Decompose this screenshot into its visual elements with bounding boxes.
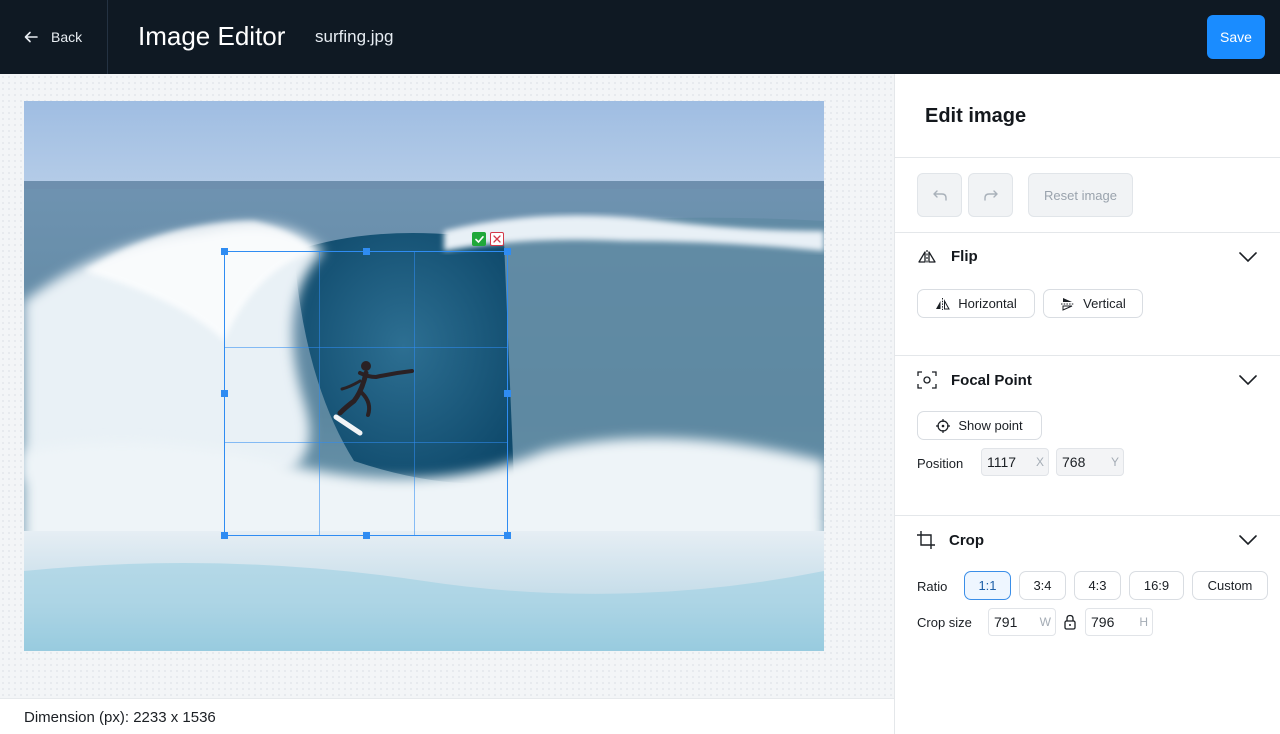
crop-handle-bottom-left[interactable] bbox=[221, 532, 228, 539]
back-label: Back bbox=[51, 29, 83, 45]
file-name: surfing.jpg bbox=[315, 27, 394, 46]
close-icon bbox=[493, 235, 501, 243]
crop-handle-top[interactable] bbox=[363, 248, 370, 255]
crop-grid-line bbox=[414, 252, 415, 535]
crop-handle-bottom[interactable] bbox=[363, 532, 370, 539]
position-label: Position bbox=[917, 456, 964, 471]
cancel-crop-button[interactable] bbox=[490, 232, 504, 246]
crop-height-field[interactable]: H bbox=[1085, 608, 1153, 636]
ratio-1-1-button[interactable]: 1:1 bbox=[964, 571, 1011, 600]
focal-point-section-header[interactable]: Focal Point bbox=[917, 371, 1032, 389]
crop-size-label: Crop size bbox=[917, 615, 972, 630]
lock-icon[interactable] bbox=[1063, 614, 1077, 630]
focal-x-field[interactable]: X bbox=[981, 448, 1049, 476]
reset-image-button[interactable]: Reset image bbox=[1028, 173, 1133, 217]
show-point-label: Show point bbox=[958, 418, 1023, 433]
crosshair-icon bbox=[936, 418, 951, 433]
crop-handle-top-right[interactable] bbox=[504, 248, 511, 255]
flip-title: Flip bbox=[951, 248, 978, 265]
crop-icon bbox=[917, 531, 935, 549]
top-bar: Back Image Editor surfing.jpg Save bbox=[0, 0, 1280, 74]
redo-icon bbox=[983, 190, 998, 201]
divider bbox=[895, 157, 1280, 158]
crop-selection[interactable] bbox=[221, 248, 511, 539]
ratio-4-3-button[interactable]: 4:3 bbox=[1074, 571, 1121, 600]
ratio-label: Ratio bbox=[917, 579, 948, 594]
flip-icon bbox=[918, 249, 936, 264]
flip-vertical-label: Vertical bbox=[1083, 296, 1126, 311]
x-suffix: X bbox=[1035, 455, 1044, 469]
y-suffix: Y bbox=[1110, 455, 1119, 469]
crop-grid-line bbox=[225, 347, 507, 348]
image-preview bbox=[24, 101, 824, 651]
crop-handle-right[interactable] bbox=[504, 390, 511, 397]
divider bbox=[895, 355, 1280, 356]
back-button[interactable]: Back bbox=[0, 0, 108, 74]
crop-grid-line bbox=[319, 252, 320, 535]
flip-vertical-icon bbox=[1061, 297, 1075, 311]
flip-section-header[interactable]: Flip bbox=[917, 248, 978, 265]
save-button[interactable]: Save bbox=[1207, 15, 1265, 59]
divider bbox=[895, 515, 1280, 516]
chevron-down-icon[interactable] bbox=[1238, 534, 1258, 546]
height-suffix: H bbox=[1139, 615, 1148, 629]
app-title: Image Editor bbox=[138, 21, 286, 51]
chevron-down-icon[interactable] bbox=[1238, 374, 1258, 386]
crop-section-header[interactable]: Crop bbox=[917, 531, 984, 549]
crop-handle-left[interactable] bbox=[221, 390, 228, 397]
focal-point-icon bbox=[917, 371, 937, 389]
crop-handle-bottom-right[interactable] bbox=[504, 532, 511, 539]
ratio-3-4-button[interactable]: 3:4 bbox=[1019, 571, 1066, 600]
image-dimensions: Dimension (px): 2233 x 1536 bbox=[24, 709, 216, 726]
confirm-crop-button[interactable] bbox=[472, 232, 486, 246]
chevron-down-icon[interactable] bbox=[1238, 251, 1258, 263]
ratio-16-9-button[interactable]: 16:9 bbox=[1129, 571, 1184, 600]
flip-horizontal-icon bbox=[936, 297, 951, 310]
undo-icon bbox=[932, 190, 947, 201]
focal-y-field[interactable]: Y bbox=[1056, 448, 1124, 476]
flip-horizontal-label: Horizontal bbox=[958, 296, 1017, 311]
flip-vertical-button[interactable]: Vertical bbox=[1043, 289, 1143, 318]
arrow-left-icon bbox=[24, 31, 38, 43]
ratio-custom-button[interactable]: Custom bbox=[1192, 571, 1268, 600]
divider bbox=[895, 232, 1280, 233]
canvas-area bbox=[0, 74, 894, 698]
show-point-button[interactable]: Show point bbox=[917, 411, 1042, 440]
crop-title: Crop bbox=[949, 531, 984, 549]
focal-point-title: Focal Point bbox=[951, 371, 1032, 389]
check-icon bbox=[474, 235, 484, 243]
edit-panel: Edit image Reset image Flip Horizontal V… bbox=[894, 74, 1280, 734]
crop-width-field[interactable]: W bbox=[988, 608, 1056, 636]
panel-title: Edit image bbox=[925, 105, 1027, 127]
width-suffix: W bbox=[1039, 615, 1051, 629]
crop-handle-top-left[interactable] bbox=[221, 248, 228, 255]
undo-button[interactable] bbox=[917, 173, 962, 217]
redo-button[interactable] bbox=[968, 173, 1013, 217]
status-bar: Dimension (px): 2233 x 1536 bbox=[0, 698, 894, 734]
flip-horizontal-button[interactable]: Horizontal bbox=[917, 289, 1035, 318]
crop-grid-line bbox=[225, 442, 507, 443]
